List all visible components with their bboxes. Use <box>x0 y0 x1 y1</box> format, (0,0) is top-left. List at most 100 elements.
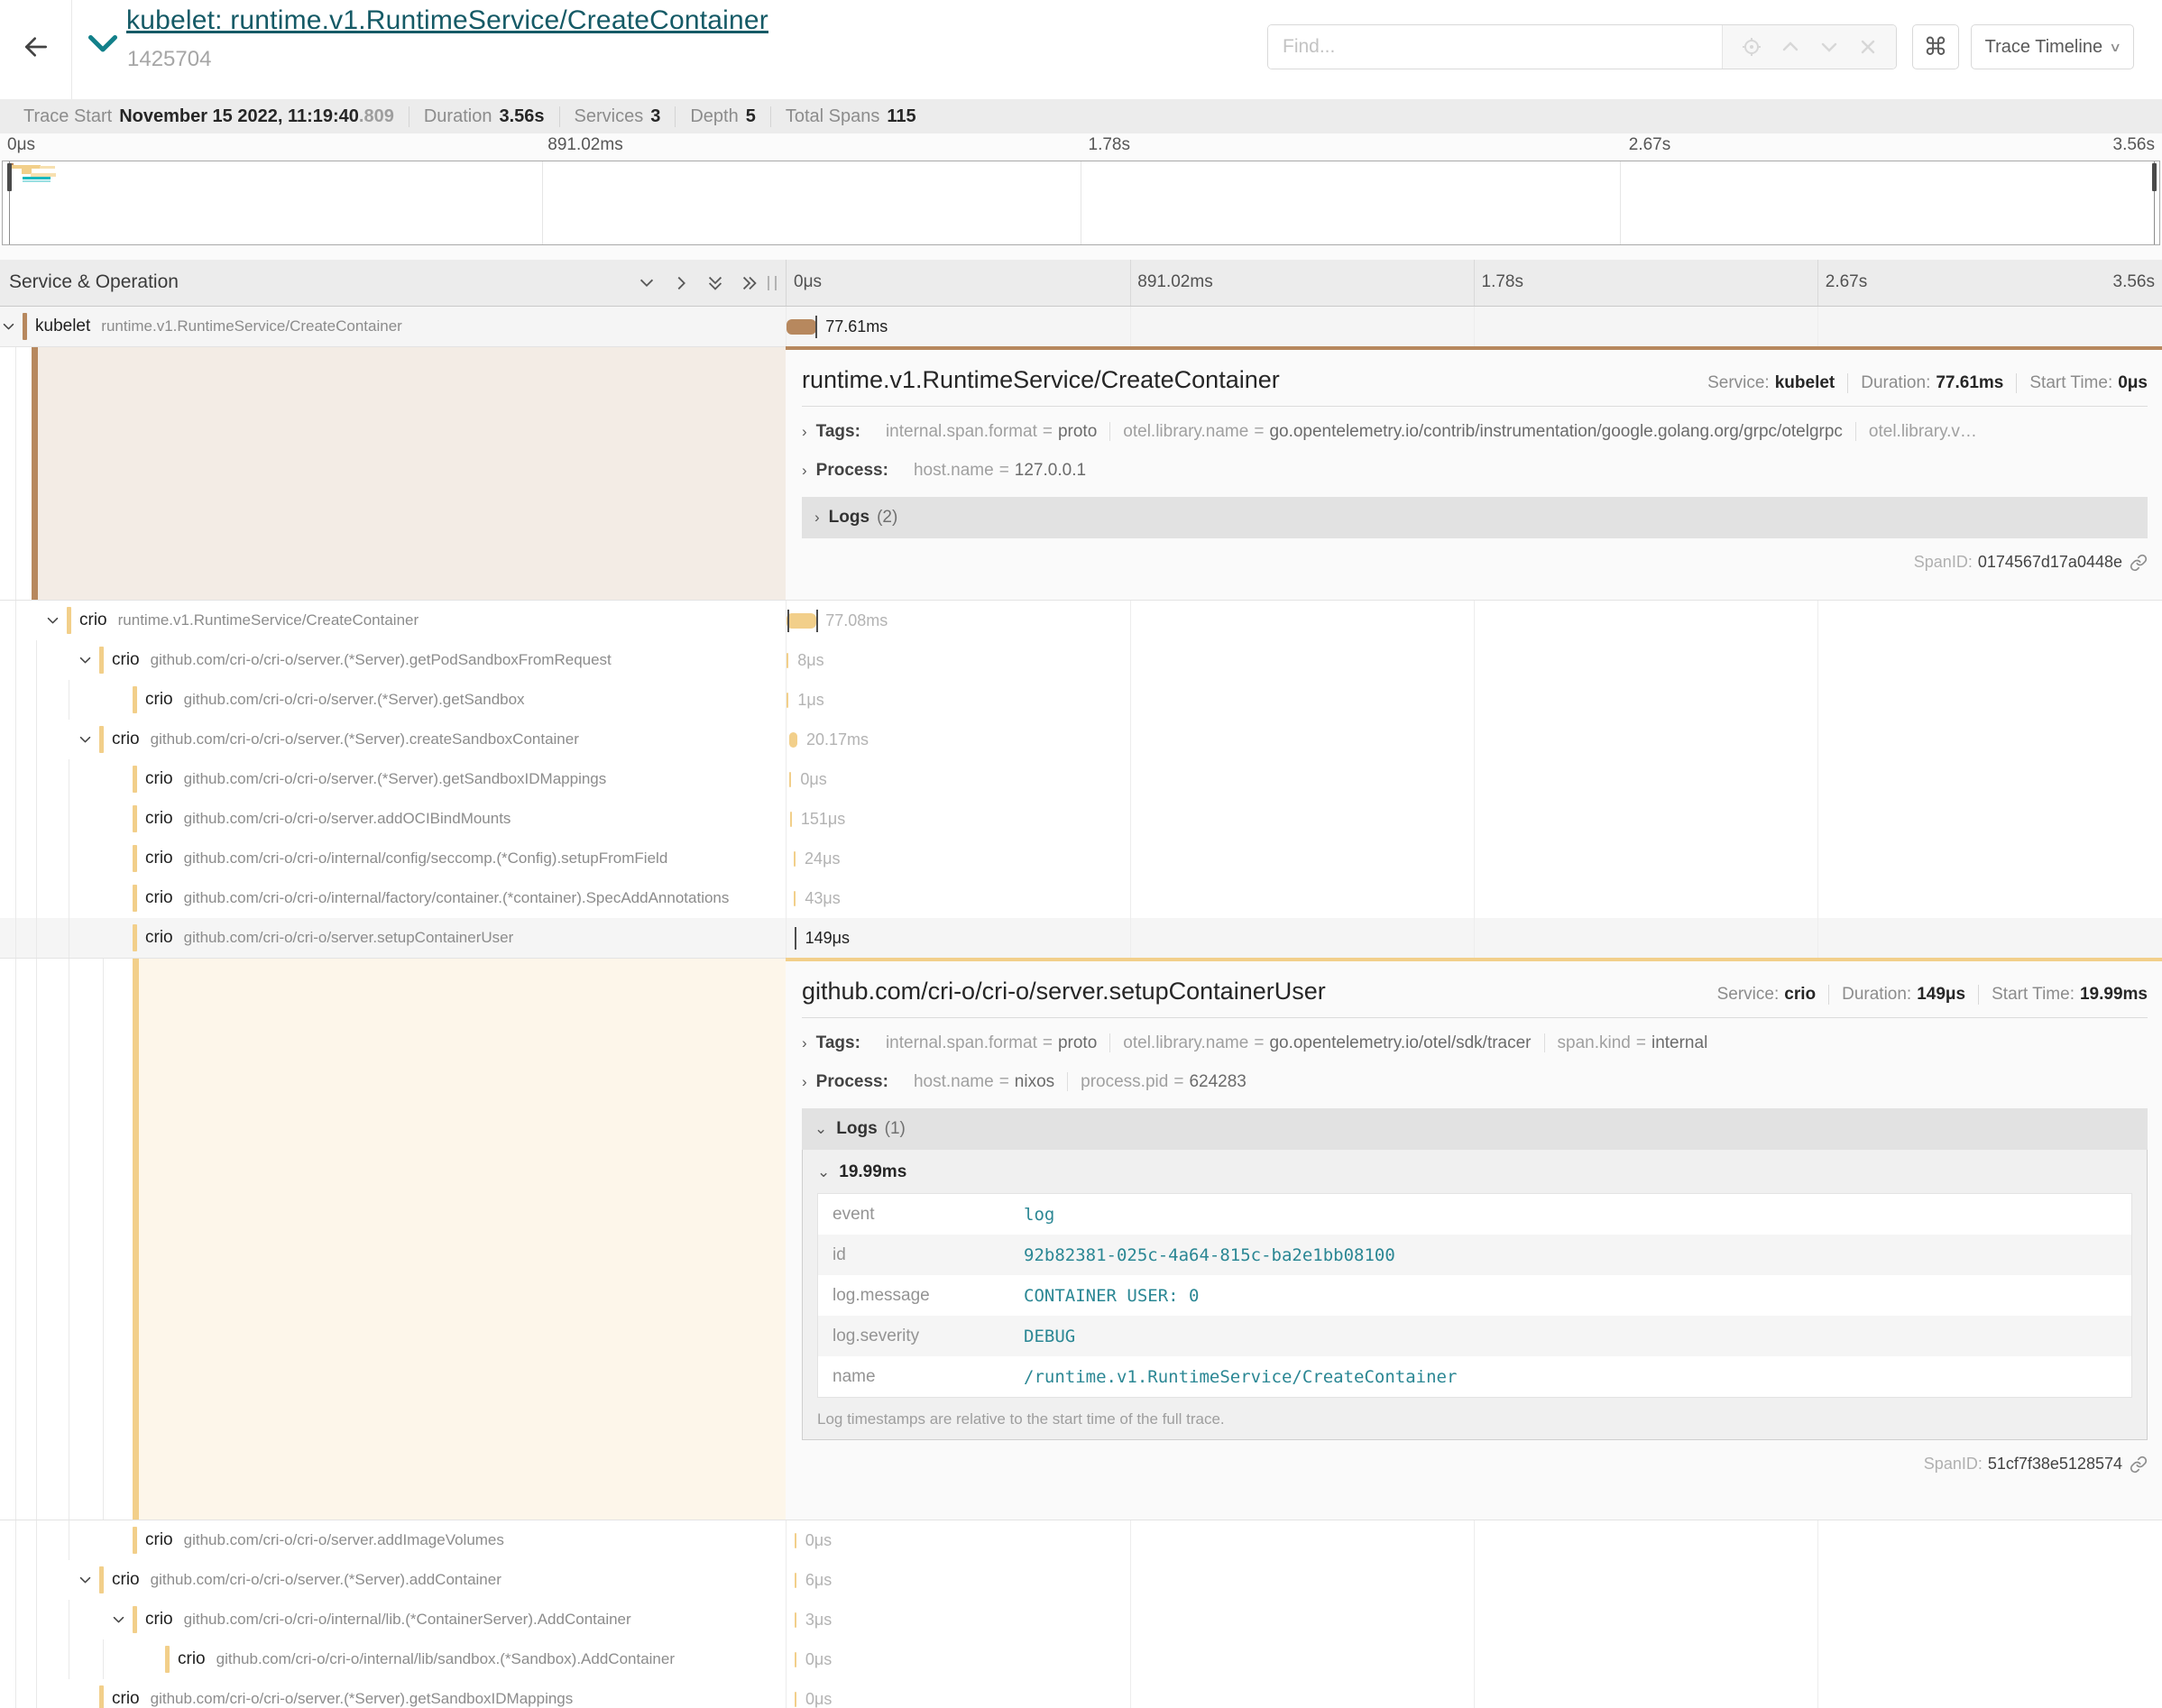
operation-name: github.com/cri-o/cri-o/server.(*Server).… <box>151 730 579 748</box>
summary-item: Total Spans115 <box>771 106 931 127</box>
span-timeline-cell: 6μs <box>786 1560 2162 1600</box>
span-row[interactable]: criogithub.com/cri-o/cri-o/server.(*Serv… <box>0 680 2162 720</box>
service-color-bar <box>133 805 137 832</box>
span-duration-bar[interactable] <box>795 1612 796 1628</box>
expand-one-icon[interactable] <box>671 273 691 293</box>
log-field-value: DEBUG <box>1024 1327 1075 1346</box>
process-row[interactable]: › Process: host.name=127.0.0.1 <box>802 461 2148 484</box>
expander-icon[interactable] <box>78 1573 94 1589</box>
span-timeline-cell: 77.61ms <box>786 307 2162 346</box>
operation-name: github.com/cri-o/cri-o/server.(*Server).… <box>184 770 607 787</box>
expander-icon[interactable] <box>45 613 61 629</box>
span-duration-bar[interactable] <box>789 772 791 787</box>
span-name-column: criogithub.com/cri-o/cri-o/server.(*Serv… <box>0 640 786 680</box>
logs-accordion-expanded[interactable]: ⌄ Logs (1) <box>802 1108 2148 1150</box>
prev-match-icon[interactable] <box>1780 36 1801 58</box>
service-color-bar <box>99 1685 104 1708</box>
span-duration-bar[interactable] <box>795 1692 796 1707</box>
span-duration-bar[interactable] <box>789 732 797 748</box>
span-duration-bar[interactable] <box>787 613 816 629</box>
span-duration-bar[interactable] <box>790 812 792 827</box>
viewport-left-scrubber[interactable] <box>7 163 12 191</box>
span-row[interactable]: crio github.com/cri-o/cri-o/server.(*Serv… <box>0 720 2162 759</box>
expander-icon[interactable] <box>1 319 17 335</box>
span-row[interactable]: criogithub.com/cri-o/cri-o/internal/lib.… <box>0 1600 2162 1639</box>
header-collapse-toggle[interactable] <box>87 31 119 58</box>
detail-meta-label: Duration: <box>1861 373 1930 392</box>
expand-all-icon[interactable] <box>740 273 759 293</box>
find-input[interactable] <box>1268 25 1722 69</box>
span-row[interactable]: criogithub.com/cri-o/cri-o/server.setupC… <box>0 918 2162 958</box>
tag-item: otel.library.v… <box>1856 422 1990 441</box>
log-entry-toggle[interactable]: ⌄ 19.99ms <box>817 1162 2132 1182</box>
service-name: crio <box>112 730 140 748</box>
span-row[interactable]: criogithub.com/cri-o/cri-o/internal/fact… <box>0 878 2162 918</box>
log-marker <box>795 927 796 950</box>
duration-label: 151μs <box>801 799 845 839</box>
service-name: crio <box>145 1610 173 1629</box>
span-row[interactable]: criogithub.com/cri-o/cri-o/server.addIma… <box>0 1520 2162 1560</box>
service-name: kubelet <box>35 317 90 335</box>
span-row[interactable]: kubeletruntime.v1.RuntimeService/CreateC… <box>0 307 2162 346</box>
indent-guide <box>36 799 37 839</box>
expander-icon[interactable] <box>78 653 94 669</box>
span-timeline-cell: 43μs <box>786 878 2162 918</box>
trace-view-selector[interactable]: Trace Timeline ∨ <box>1971 24 2134 69</box>
span-row[interactable]: criogithub.com/cri-o/cri-o/server.(*Serv… <box>0 1560 2162 1600</box>
tick-label: 891.02ms <box>547 135 622 155</box>
minimap-canvas[interactable] <box>2 161 2160 245</box>
span-row[interactable]: criogithub.com/cri-o/cri-o/server.(*Serv… <box>0 640 2162 680</box>
deep-link-icon[interactable] <box>2130 1455 2148 1474</box>
span-row[interactable]: criogithub.com/cri-o/cri-o/server.(*Serv… <box>0 759 2162 799</box>
expander-icon[interactable] <box>78 732 94 748</box>
logs-accordion-collapsed[interactable]: › Logs (2) <box>802 497 2148 538</box>
keyboard-shortcuts-button[interactable]: ⌘ <box>1912 24 1959 69</box>
operation-name: github.com/cri-o/cri-o/server.setupConta… <box>184 929 514 946</box>
log-field-row: log.severityDEBUG <box>818 1316 2131 1356</box>
span-duration-bar[interactable] <box>795 1652 796 1667</box>
deep-link-icon[interactable] <box>2130 554 2148 572</box>
service-color-bar <box>165 1646 170 1673</box>
tags-row[interactable]: › Tags: internal.span.format=protootel.l… <box>802 422 2148 445</box>
span-duration-bar[interactable] <box>787 693 788 708</box>
tags-row[interactable]: › Tags: internal.span.format=protootel.l… <box>802 1033 2148 1057</box>
viewport-right-scrubber[interactable] <box>2152 163 2157 191</box>
span-row[interactable]: criogithub.com/cri-o/cri-o/server.addOCI… <box>0 799 2162 839</box>
tag-item: internal.span.format=proto <box>873 422 1110 441</box>
tag-key: span.kind <box>1558 1033 1631 1052</box>
span-name: criogithub.com/cri-o/cri-o/server.(*Serv… <box>112 1560 501 1600</box>
next-match-icon[interactable] <box>1818 36 1840 58</box>
span-duration-bar[interactable] <box>787 653 788 668</box>
span-duration-bar[interactable] <box>787 319 816 335</box>
column-resizer-grip[interactable] <box>768 276 777 290</box>
collapse-all-icon[interactable] <box>705 273 725 293</box>
span-row[interactable]: crioruntime.v1.RuntimeService/CreateCont… <box>0 601 2162 640</box>
collapse-one-icon[interactable] <box>637 273 657 293</box>
clear-search-icon[interactable] <box>1857 36 1879 58</box>
summary-item-label: Duration <box>424 106 492 127</box>
log-field-key: event <box>818 1205 1024 1225</box>
span-duration-bar[interactable] <box>794 891 796 906</box>
summary-item-suffix: .809 <box>359 106 394 127</box>
span-duration-bar[interactable] <box>795 1573 796 1588</box>
trace-id: 1425704 <box>127 47 211 72</box>
tag-key: otel.library.v… <box>1869 422 1977 441</box>
expander-icon[interactable] <box>111 1612 127 1629</box>
duration-label: 0μs <box>805 1520 832 1560</box>
span-duration-bar[interactable] <box>795 1533 796 1548</box>
back-button[interactable] <box>0 0 72 99</box>
span-row[interactable]: criogithub.com/cri-o/cri-o/server.(*Serv… <box>0 1679 2162 1708</box>
span-row[interactable]: criogithub.com/cri-o/cri-o/internal/conf… <box>0 839 2162 878</box>
log-marker <box>787 610 789 632</box>
summary-item-label: Total Spans <box>786 106 880 127</box>
process-row[interactable]: › Process: host.name=nixosprocess.pid=62… <box>802 1072 2148 1096</box>
span-name: kubeletruntime.v1.RuntimeService/CreateC… <box>35 307 402 346</box>
span-timeline-cell: 20.17ms <box>786 720 2162 759</box>
tag-value: 624283 <box>1189 1072 1246 1091</box>
locate-icon[interactable] <box>1741 36 1762 58</box>
span-name: criogithub.com/cri-o/cri-o/internal/lib/… <box>178 1639 675 1679</box>
span-row[interactable]: criogithub.com/cri-o/cri-o/internal/lib/… <box>0 1639 2162 1679</box>
chevron-right-icon: › <box>802 1034 807 1052</box>
span-duration-bar[interactable] <box>794 851 796 867</box>
trace-title-link[interactable]: kubelet: runtime.v1.RuntimeService/Creat… <box>126 5 768 36</box>
